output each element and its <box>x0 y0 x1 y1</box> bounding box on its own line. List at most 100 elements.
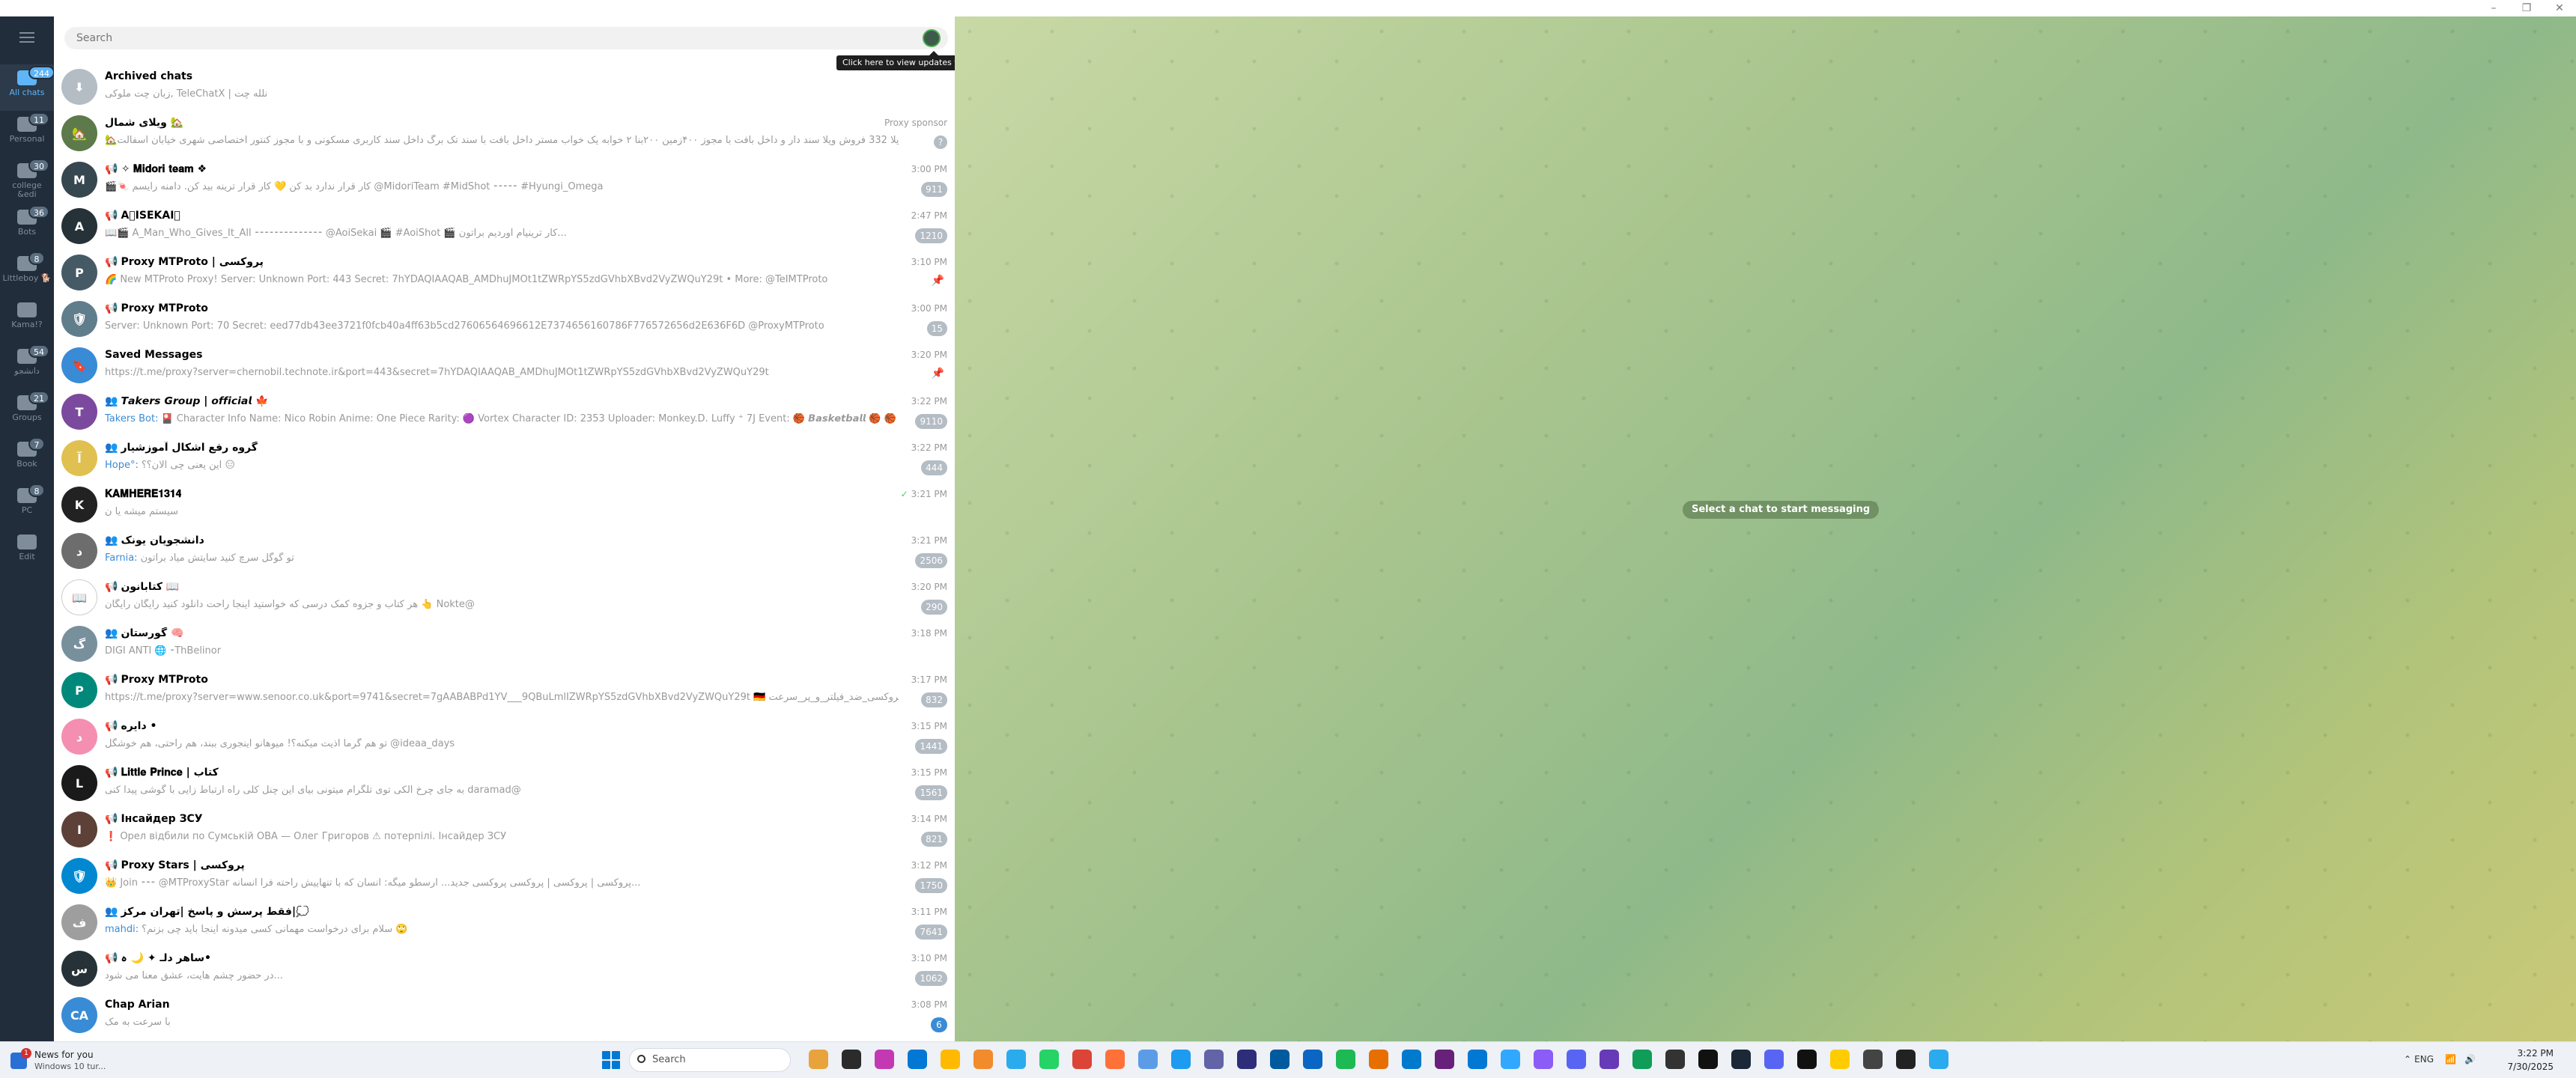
folder-item[interactable]: 11 Personal <box>0 111 54 157</box>
chat-row[interactable]: 🛡 📢 Proxy Stars | پروکسی 3:12 PM 👑 Join ⁃⁃⁃ … <box>54 853 955 899</box>
taskbar-app-icon[interactable] <box>1270 1050 1289 1069</box>
tray-chevron-icon[interactable]: ⌃ <box>2404 1054 2411 1065</box>
taskbar-app-icon[interactable] <box>1303 1050 1322 1069</box>
chat-title-text: ساهر دلـ ✦ 🌙 ہ• <box>121 952 211 964</box>
minimize-icon[interactable]: – <box>2477 0 2510 16</box>
volume-icon[interactable]: 🔊 <box>2464 1054 2476 1065</box>
taskbar-app-icon[interactable] <box>908 1050 927 1069</box>
windows-start-icon[interactable] <box>602 1051 620 1069</box>
snippet-sender: Hope°: <box>105 460 139 471</box>
maximize-icon[interactable]: ❐ <box>2510 0 2543 16</box>
taskbar-app-icon[interactable] <box>1039 1050 1059 1069</box>
search-icon <box>637 1055 645 1063</box>
taskbar-app-icon[interactable] <box>1731 1050 1751 1069</box>
taskbar-app-icon[interactable] <box>842 1050 861 1069</box>
taskbar-app-icon[interactable] <box>1929 1050 1948 1069</box>
taskbar-app-icon[interactable] <box>1402 1050 1421 1069</box>
chat-title-text: Proxy MTProto <box>121 302 208 314</box>
taskbar-app-icon[interactable] <box>1006 1050 1026 1069</box>
taskbar-app-icon[interactable] <box>1237 1050 1257 1069</box>
taskbar-app-icon[interactable] <box>1369 1050 1388 1069</box>
folder-item[interactable]: 7 Book <box>0 436 54 482</box>
chat-row[interactable]: M 📢 ✧ 𝐌𝐢𝐝𝐨𝐫𝐢 𝐭𝐞𝐚𝐦 ❖ 3:00 PM 🎬🍬 کار قرار ندار… <box>54 156 955 203</box>
folder-item[interactable]: Edit <box>0 529 54 575</box>
chat-type-icon: 📢 <box>105 210 118 222</box>
taskbar-app-icon[interactable] <box>1764 1050 1784 1069</box>
chat-row[interactable]: گ 👥 گورستان 🧠 3:18 PM DIGI ANTI 🌐 ⁃ThBelinor <box>54 621 955 667</box>
taskbar-app-icon[interactable] <box>1698 1050 1718 1069</box>
taskbar-app-icon[interactable] <box>1797 1050 1817 1069</box>
taskbar-app-icon[interactable] <box>1501 1050 1520 1069</box>
chat-title: Archived chats <box>105 70 192 82</box>
folder-item[interactable]: 8 Littleboy 🐕 <box>0 250 54 296</box>
chat-row[interactable]: س 📢 ساهر دلـ ✦ 🌙 ہ• 3:10 PM در حضور چشم هایت… <box>54 945 955 992</box>
taskbar-app-icon[interactable] <box>1204 1050 1224 1069</box>
folder-item[interactable]: 244 All chats <box>0 64 55 111</box>
chat-title: 👥 فقط پرسش و پاسخ |تهران مرکز|💭 <box>105 906 309 918</box>
chat-row[interactable]: ف 👥 فقط پرسش و پاسخ |تهران مرکز|💭 3:11 PM ma… <box>54 899 955 945</box>
chat-avatar: ف <box>61 904 97 940</box>
taskbar-app-icon[interactable] <box>809 1050 828 1069</box>
close-icon[interactable]: ✕ <box>2543 0 2576 16</box>
chat-row[interactable]: T 👥 𝙏𝙖𝙠𝙚𝙧𝙨 𝙂𝙧𝙤𝙪𝙥 | 𝙤𝙛𝙛𝙞𝙘𝙞𝙖𝙡 🍁 3:22 PM Takers… <box>54 389 955 435</box>
folder-item[interactable]: 54 دانشجو <box>0 343 54 389</box>
chat-row[interactable]: P 📢 Proxy MTProto | پروکسی 3:10 PM 🌈 New MTP… <box>54 249 955 296</box>
taskbar-app-icon[interactable] <box>1600 1050 1619 1069</box>
search-input[interactable] <box>76 32 900 44</box>
taskbar-app-icon[interactable] <box>1830 1050 1850 1069</box>
snippet-text: 🌈 New MTProto Proxy! Server: Unknown Por… <box>105 274 828 285</box>
chat-row[interactable]: 🛡 📢 Proxy MTProto 3:00 PM Server: Unknown Po… <box>54 296 955 342</box>
chat-title: 📢 Proxy MTProto <box>105 674 208 686</box>
chat-title: 📢 Інсайдер ЗСУ <box>105 813 203 825</box>
taskbar-app-icon[interactable] <box>1072 1050 1092 1069</box>
story-avatar[interactable] <box>923 29 941 47</box>
taskbar-app-icon[interactable] <box>1896 1050 1916 1069</box>
taskbar-app-icon[interactable] <box>1468 1050 1487 1069</box>
sponsor-info-icon[interactable]: ? <box>934 135 947 149</box>
chat-row[interactable]: 📖 📢 کتابانون 📖 3:20 PM هر کتاب و جزوه کمک در… <box>54 574 955 621</box>
chat-type-icon: 👥 <box>105 627 118 639</box>
chat-row[interactable]: 🏡 ویلای شمال 🏡 Proxy sponsor 🏡ویلا 332 فروش… <box>54 110 955 156</box>
taskbar-app-icon[interactable] <box>1632 1050 1652 1069</box>
folder-item[interactable]: 36 Bots <box>0 204 54 250</box>
chat-row[interactable]: د 📢 دایره • 3:15 PM تو هم گرما اذیت میکنه؟! … <box>54 713 955 760</box>
tray-lang[interactable]: ENG <box>2414 1054 2434 1065</box>
folder-item[interactable]: Kama!? <box>0 296 54 343</box>
chat-row[interactable]: K 𝐊𝐀𝐌𝐇𝐄𝐑𝐄𝟏𝟑𝟏𝟒 ✓ 3:21 PM سیستم میشه یا ن <box>54 481 955 528</box>
folder-item[interactable]: 8 PC <box>0 482 54 529</box>
taskbar-app-icon[interactable] <box>1435 1050 1454 1069</box>
taskbar-app-icon[interactable] <box>875 1050 894 1069</box>
taskbar-app-icon[interactable] <box>941 1050 960 1069</box>
taskbar-app-icon[interactable] <box>1665 1050 1685 1069</box>
chat-row[interactable]: І 📢 Інсайдер ЗСУ 3:14 PM ❗️ Орел відбили по … <box>54 806 955 853</box>
taskbar-app-icon[interactable] <box>973 1050 993 1069</box>
folder-item[interactable]: 21 Groups <box>0 389 54 436</box>
taskbar-clock[interactable]: 3:22 PM 7/30/2025 <box>2507 1047 2554 1074</box>
chat-row[interactable]: A 📢 A⃟ISEKAI⃟ 2:47 PM 📖🎬 A_Man_Who_Gives_It_… <box>54 203 955 249</box>
taskbar-app-icon[interactable] <box>1567 1050 1586 1069</box>
chat-row[interactable]: CA Chap Arian 3:08 PM با سرعت به مک 6 <box>54 992 955 1038</box>
chat-row[interactable]: د 👥 دانشجویان یونک 3:21 PM Farnia: تو گوگل سر… <box>54 528 955 574</box>
folder-label: college &edi <box>12 180 42 199</box>
menu-button[interactable] <box>0 16 54 58</box>
taskbar-app-icon[interactable] <box>1105 1050 1125 1069</box>
taskbar-search[interactable]: Search <box>629 1048 791 1072</box>
taskbar-app-icon[interactable] <box>1138 1050 1158 1069</box>
folder-label: PC <box>21 505 33 515</box>
wifi-icon[interactable]: 📶 <box>2445 1054 2456 1065</box>
folder-item[interactable]: 30 college &edi <box>0 157 54 204</box>
taskbar-app-icon[interactable] <box>1171 1050 1191 1069</box>
chat-row[interactable]: 🔖 Saved Messages 3:20 PM https://t.me/proxy… <box>54 342 955 389</box>
taskbar-app-icon[interactable] <box>1863 1050 1883 1069</box>
news-widget[interactable]: 1 News for you Windows 10 tur... <box>10 1047 145 1075</box>
search-bar[interactable] <box>64 27 948 49</box>
chat-row[interactable]: P 📢 Proxy MTProto 3:17 PM https://t.me/proxy… <box>54 667 955 713</box>
chat-type-icon: 📢 ✧ <box>105 163 130 175</box>
chat-row[interactable]: آ 👥 گروه رفع اشکال آموزشیار 3:22 PM Hope°: ای… <box>54 435 955 481</box>
archived-chats-row[interactable]: ⬇ Archived chats زبان چت ملوکی, TeleChatX … <box>54 64 955 110</box>
unread-badge: 1561 <box>915 785 947 800</box>
chat-row[interactable]: L 📢 𝐋𝐢𝐭𝐭𝐥𝐞 𝐏𝐫𝐢𝐧𝐜𝐞 | کتاب 3:15 PM به جای چرخ … <box>54 760 955 806</box>
chat-time-text: 3:10 PM <box>911 257 947 267</box>
taskbar-app-icon[interactable] <box>1336 1050 1355 1069</box>
taskbar-app-icon[interactable] <box>1534 1050 1553 1069</box>
